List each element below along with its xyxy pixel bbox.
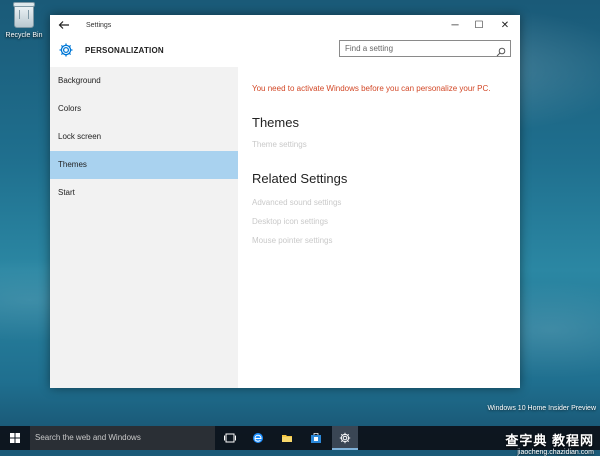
- themes-heading: Themes: [252, 115, 299, 130]
- edge-icon[interactable]: [245, 426, 271, 450]
- maximize-button[interactable]: ☐: [472, 19, 486, 33]
- build-watermark: Windows 10 Home Insider Preview: [487, 404, 596, 413]
- desktop-icon-label: Recycle Bin: [5, 32, 43, 39]
- advanced-sound-settings-link: Advanced sound settings: [252, 198, 342, 207]
- site-watermark: 查字典 教程网 jiaocheng.chazidian.com: [505, 430, 594, 456]
- taskbar-search-box[interactable]: Search the web and Windows: [30, 426, 215, 450]
- related-settings-heading: Related Settings: [252, 171, 348, 186]
- activation-warning: You need to activate Windows before you …: [252, 84, 491, 93]
- title-bar: Settings ─ ☐ ✕: [50, 15, 520, 39]
- gear-icon: [58, 42, 74, 58]
- settings-window: Settings ─ ☐ ✕ PERSONALIZATION Backgroun…: [50, 15, 520, 388]
- taskbar-search-placeholder: Search the web and Windows: [35, 433, 141, 442]
- theme-settings-link: Theme settings: [252, 140, 307, 149]
- page-title: PERSONALIZATION: [85, 46, 164, 55]
- recycle-bin-icon: [13, 2, 35, 28]
- start-button[interactable]: [0, 426, 30, 450]
- nav-item-lock-screen[interactable]: Lock screen: [50, 123, 238, 151]
- task-view-icon[interactable]: [217, 426, 243, 450]
- watermark-edition: Windows 10 Home Insider Preview: [487, 405, 596, 412]
- nav-item-start[interactable]: Start: [50, 179, 238, 207]
- store-icon[interactable]: [303, 426, 329, 450]
- close-button[interactable]: ✕: [498, 19, 512, 33]
- search-input[interactable]: [345, 43, 490, 54]
- desktop-icon-settings-link: Desktop icon settings: [252, 217, 329, 226]
- file-explorer-icon[interactable]: [274, 426, 300, 450]
- mouse-pointer-settings-link: Mouse pointer settings: [252, 236, 333, 245]
- nav-item-colors[interactable]: Colors: [50, 95, 238, 123]
- nav-item-background[interactable]: Background: [50, 67, 238, 95]
- settings-header: PERSONALIZATION: [50, 39, 520, 69]
- find-setting-search-box[interactable]: [339, 40, 511, 57]
- search-icon[interactable]: [496, 44, 506, 57]
- settings-icon[interactable]: [332, 426, 358, 450]
- personalization-nav: Background Colors Lock screen Themes Sta…: [50, 67, 238, 388]
- site-watermark-url: jiaocheng.chazidian.com: [517, 449, 594, 456]
- settings-body: Background Colors Lock screen Themes Sta…: [50, 67, 520, 388]
- site-watermark-title: 查字典 教程网: [505, 433, 594, 448]
- desktop-icon-recycle-bin[interactable]: Recycle Bin: [4, 2, 44, 39]
- themes-content: You need to activate Windows before you …: [252, 67, 512, 245]
- back-arrow-icon[interactable]: [58, 19, 72, 33]
- nav-item-themes[interactable]: Themes: [50, 151, 238, 179]
- windows-logo-icon: [10, 433, 20, 443]
- window-title: Settings: [86, 22, 112, 29]
- minimize-button[interactable]: ─: [448, 19, 462, 33]
